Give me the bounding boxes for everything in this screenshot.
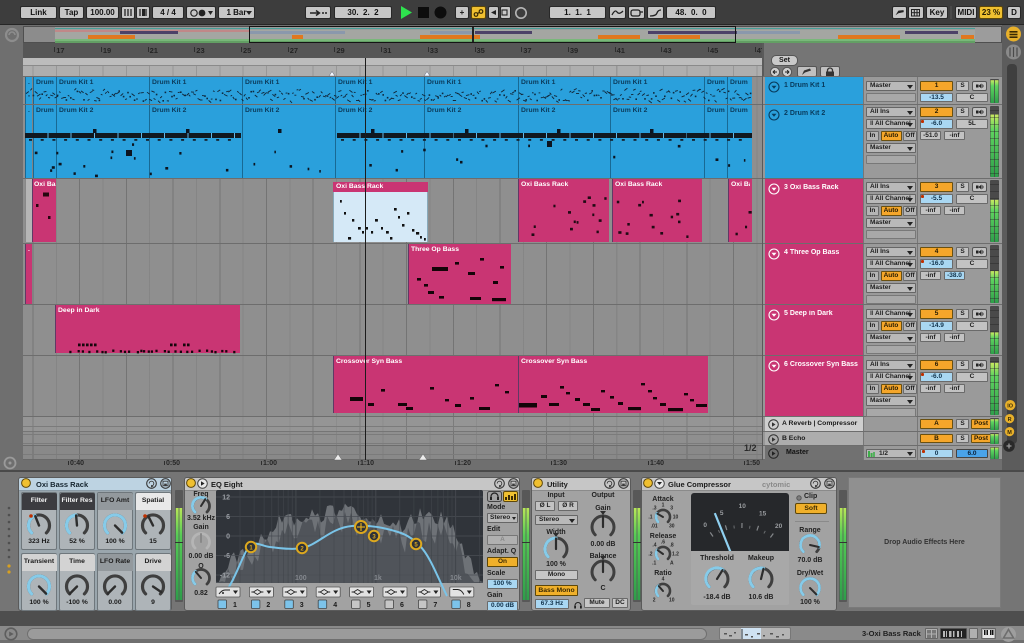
svg-text:.3: .3: [652, 506, 656, 512]
svg-text:.01: .01: [651, 524, 658, 530]
svg-text:.4: .4: [652, 543, 656, 549]
svg-text:.1: .1: [648, 515, 652, 521]
svg-text:A: A: [670, 561, 674, 567]
svg-text:1: 1: [662, 502, 665, 508]
svg-text:.1: .1: [652, 561, 656, 567]
svg-text:4: 4: [662, 576, 665, 582]
svg-text:.8: .8: [670, 543, 674, 549]
svg-text:30: 30: [669, 524, 675, 530]
svg-text:2: 2: [653, 598, 656, 604]
svg-text:.2: .2: [648, 552, 652, 558]
svg-text:3: 3: [670, 506, 673, 512]
svg-text:.6: .6: [661, 539, 665, 545]
svg-text:1.2: 1.2: [672, 552, 679, 558]
svg-text:10: 10: [673, 515, 679, 521]
svg-text:10: 10: [669, 598, 675, 604]
